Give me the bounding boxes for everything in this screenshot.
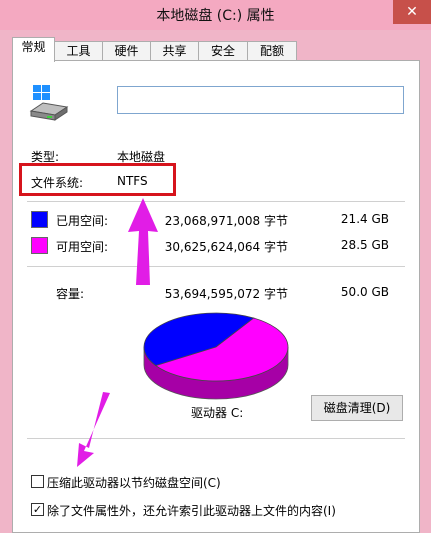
annotation-overlay: [77, 198, 158, 467]
annotation-arrow-down: [77, 392, 110, 467]
annotation-arrow-up: [128, 198, 158, 285]
tab-general[interactable]: 常规: [12, 37, 55, 62]
